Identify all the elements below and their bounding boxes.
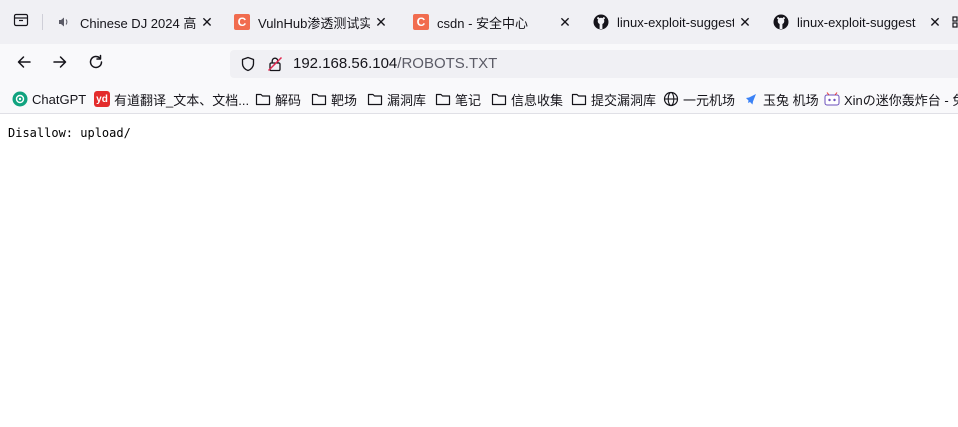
forward-button[interactable]: [46, 50, 74, 78]
insecure-lock-icon[interactable]: [267, 56, 283, 72]
youdao-logo: yd: [94, 91, 110, 107]
url-host: 192.168.56.104: [293, 55, 398, 72]
tab-list-button[interactable]: [0, 0, 42, 44]
bookmark-label: 有道翻译_文本、文档...: [114, 92, 250, 108]
tab-close-button[interactable]: ✕: [374, 14, 388, 30]
tab-5[interactable]: linux-exploit-suggest ✕: [773, 0, 948, 44]
bookmark-yutu-airport[interactable]: 玉兔 机场: [743, 84, 819, 114]
navigation-toolbar: 192.168.56.104/ROBOTS.TXT: [0, 44, 958, 84]
bookmark-label: ChatGPT: [32, 91, 87, 107]
bookmark-folder-vulndb[interactable]: 漏洞库: [367, 84, 426, 114]
tab-close-button[interactable]: ✕: [200, 14, 214, 30]
folder-icon: [255, 91, 271, 107]
bookmark-label: 漏洞库: [387, 92, 427, 108]
overflow-menu-button[interactable]: [950, 14, 958, 30]
bookmark-folder-notes[interactable]: 笔记: [435, 84, 481, 114]
bookmark-youdao[interactable]: yd 有道翻译_文本、文档...: [94, 84, 249, 114]
arrow-right-icon: [52, 54, 68, 75]
csdn-icon: C: [234, 14, 250, 30]
grid-icon: [950, 16, 958, 30]
bookmarks-toolbar: ChatGPT yd 有道翻译_文本、文档... 解码 靶场 漏洞库 笔记 信息…: [0, 84, 958, 114]
tab-title: linux-exploit-suggest: [797, 14, 916, 30]
reload-icon: [88, 54, 104, 75]
chatgpt-icon: [12, 91, 28, 107]
arrow-left-icon: [16, 54, 32, 75]
tab-separator: [42, 14, 43, 30]
bookmark-label: 笔记: [455, 92, 482, 108]
bookmark-label: Xinの迷你轰炸台 - 免: [844, 92, 958, 108]
tab-1[interactable]: Chinese DJ 2024 高清 ✕: [56, 0, 220, 44]
folder-icon: [491, 91, 507, 107]
tab-3[interactable]: C csdn - 安全中心 ✕: [413, 0, 578, 44]
robots-txt-content: Disallow: upload/: [8, 126, 131, 140]
url-text: 192.168.56.104/ROBOTS.TXT: [293, 55, 497, 73]
bookmark-label: 玉兔 机场: [763, 92, 819, 108]
xin-icon: [824, 91, 840, 107]
tab-manager-icon: [13, 12, 29, 33]
csdn-logo: C: [234, 14, 250, 30]
github-icon: [773, 14, 789, 30]
youdao-icon: yd: [94, 91, 110, 107]
csdn-icon: C: [413, 14, 429, 30]
bookmark-folder-decode[interactable]: 解码: [255, 84, 301, 114]
folder-icon: [367, 91, 383, 107]
folder-icon: [571, 91, 587, 107]
bookmark-folder-range[interactable]: 靶场: [311, 84, 357, 114]
tab-bar: Chinese DJ 2024 高清 ✕ C VulnHub渗透测试实战 ✕ C…: [0, 0, 958, 44]
folder-icon: [435, 91, 451, 107]
bookmark-folder-recon[interactable]: 信息收集: [491, 84, 563, 114]
bookmark-label: 提交漏洞库: [591, 92, 657, 108]
reload-button[interactable]: [82, 50, 110, 78]
tab-close-button[interactable]: ✕: [928, 14, 942, 30]
bookmark-label: 解码: [275, 92, 302, 108]
bookmark-xin-bomber[interactable]: Xinの迷你轰炸台 - 免: [824, 84, 958, 114]
bookmark-label: 一元机场: [683, 92, 736, 108]
bookmark-label: 信息收集: [511, 92, 564, 108]
tab-title: linux-exploit-suggest: [617, 14, 734, 30]
globe-icon: [663, 91, 679, 107]
speaker-icon: [56, 14, 72, 30]
folder-icon: [311, 91, 327, 107]
page-content: Disallow: upload/: [0, 114, 958, 427]
tab-title: Chinese DJ 2024 高清: [80, 15, 196, 31]
address-bar[interactable]: 192.168.56.104/ROBOTS.TXT: [230, 50, 958, 78]
bookmark-chatgpt[interactable]: ChatGPT: [12, 84, 86, 114]
bookmark-folder-submit[interactable]: 提交漏洞库: [571, 84, 656, 114]
shield-icon[interactable]: [240, 56, 256, 72]
bookmark-label: 靶场: [331, 92, 358, 108]
url-path: /ROBOTS.TXT: [397, 55, 498, 72]
rocket-icon: [743, 91, 759, 107]
tab-title: VulnHub渗透测试实战: [258, 15, 370, 31]
back-button[interactable]: [10, 50, 38, 78]
tab-2[interactable]: C VulnHub渗透测试实战 ✕: [234, 0, 394, 44]
csdn-logo: C: [413, 14, 429, 30]
bookmark-yiyuan-airport[interactable]: 一元机场: [663, 84, 735, 114]
tab-close-button[interactable]: ✕: [558, 14, 572, 30]
tab-title: csdn - 安全中心: [437, 15, 529, 31]
github-icon: [593, 14, 609, 30]
tab-close-button[interactable]: ✕: [738, 14, 752, 30]
tab-4[interactable]: linux-exploit-suggest ✕: [593, 0, 758, 44]
